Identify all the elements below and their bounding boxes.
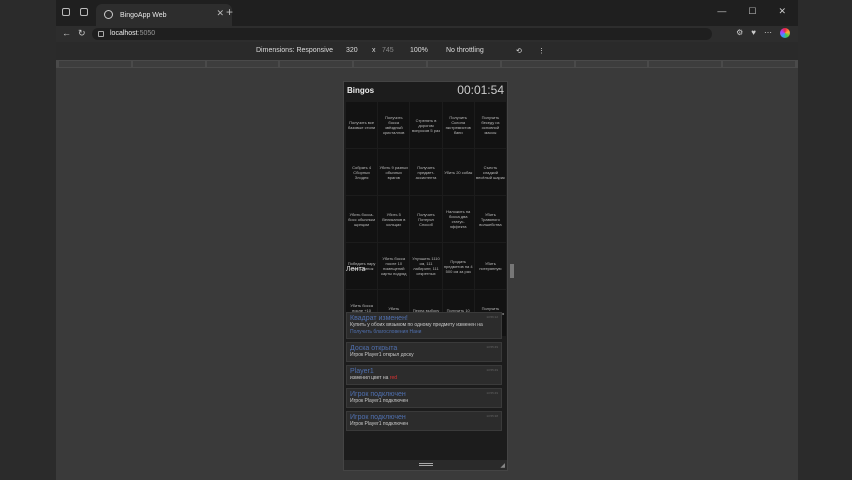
bingo-cell[interactable]: Убить 5 Великанов в кольцах bbox=[378, 196, 410, 242]
feed-time: 13:56:12 bbox=[486, 315, 498, 319]
bingo-cell[interactable]: Убить 20 собак bbox=[442, 149, 474, 195]
feed-item: 13:55:49 Доска открыта Игрок Player1 отк… bbox=[346, 342, 502, 362]
bingo-cell[interactable]: Убить 9 разных обычных врагов bbox=[378, 149, 410, 195]
dimensions-select[interactable]: Dimensions: Responsive bbox=[256, 47, 333, 54]
tab-bar: BingoApp Web ✕ + — ☐ ✕ bbox=[56, 0, 798, 26]
media-query-ruler bbox=[56, 60, 798, 68]
address-bar: ← ↻ localhost:5050 ⚙ ♥ ⋯ bbox=[56, 26, 798, 42]
close-window-icon[interactable]: ✕ bbox=[778, 6, 786, 17]
back-icon[interactable]: ← bbox=[62, 28, 71, 38]
extensions-icon[interactable]: ⚙ bbox=[736, 28, 743, 38]
bingo-cell[interactable]: Получить все базовые стили bbox=[346, 102, 378, 148]
throttle-select[interactable]: No throttling bbox=[446, 47, 484, 54]
bingo-cell[interactable]: Стрелять в дорогом вопросов 5 раз bbox=[410, 102, 442, 148]
device-viewport: Bingos 00:01:54 Получить все базовые сти… bbox=[343, 81, 514, 471]
tab-bingoapp[interactable]: BingoApp Web ✕ bbox=[96, 4, 232, 26]
feed-list: 13:56:12 Квадрат изменен! Купить у обоих… bbox=[346, 312, 506, 462]
url-port: :5050 bbox=[137, 30, 156, 37]
height-input[interactable]: 745 bbox=[382, 47, 394, 54]
viewport-bottom-bar: ◢ bbox=[344, 460, 507, 470]
window-controls: — ☐ ✕ bbox=[717, 6, 786, 17]
feed-time: 13:55:49 bbox=[486, 368, 498, 372]
window-icons bbox=[62, 8, 88, 16]
page-title: Bingos bbox=[347, 86, 375, 95]
globe-icon bbox=[104, 10, 113, 19]
device-toolbar: Dimensions: Responsive 320 x 745 100% No… bbox=[56, 42, 798, 60]
close-icon[interactable]: ✕ bbox=[216, 8, 224, 19]
workspaces-icon[interactable] bbox=[62, 8, 70, 16]
menu-icon[interactable]: ⋯ bbox=[764, 28, 772, 38]
feed-text: Игрок Player1 подключен bbox=[350, 398, 409, 404]
bingo-cell[interactable]: Собрать 4 Сборных Злодея bbox=[346, 149, 378, 195]
bingo-cell[interactable]: Получить предмет-ассистента bbox=[410, 149, 442, 195]
toolbar-icons: ⚙ ♥ ⋯ bbox=[736, 28, 790, 38]
color-value: red bbox=[389, 375, 398, 381]
bingo-cell[interactable]: Получить беседу из основной массы bbox=[474, 102, 506, 148]
new-tab-button[interactable]: + bbox=[226, 5, 233, 19]
feed-heading: Квадрат изменен! bbox=[350, 315, 408, 322]
feed-time: 13:55:49 bbox=[486, 391, 498, 395]
bingo-cell[interactable]: Убить босса после 10 помещений карты под… bbox=[378, 243, 410, 289]
right-margin bbox=[798, 0, 852, 480]
feed-text: Купить у обоих вязьмом по одному предмет… bbox=[350, 322, 483, 335]
app-header: Bingos 00:01:54 bbox=[344, 82, 507, 100]
timer: 00:01:54 bbox=[457, 83, 504, 97]
url-field[interactable]: localhost:5050 bbox=[92, 28, 712, 40]
feed-item: 13:55:49 Player1 изменил цвет на red bbox=[346, 365, 502, 385]
feed-heading: Доска открыта bbox=[350, 345, 398, 352]
bingo-cell[interactable]: Убить Травяного волшебства bbox=[474, 196, 506, 242]
feed-link[interactable]: Получить благословения Нани bbox=[350, 329, 421, 335]
feed-heading: Player1 bbox=[350, 368, 374, 375]
width-input[interactable]: 320 bbox=[346, 47, 358, 54]
bingo-cell[interactable]: Получить босса звёздный кристаллов bbox=[378, 102, 410, 148]
feed-heading: Игрок подключен bbox=[350, 414, 406, 421]
bingo-cell[interactable]: Улучшить 1110 см, 111 лабиринт, 111 секр… bbox=[410, 243, 442, 289]
feed-time: 13:55:38 bbox=[486, 414, 498, 418]
copilot-icon[interactable] bbox=[780, 28, 790, 38]
bingo-cell[interactable]: Получить Склона экстремистов бани bbox=[442, 102, 474, 148]
tab-actions-icon[interactable] bbox=[80, 8, 88, 16]
bingo-cell[interactable]: Убить потерянную bbox=[474, 243, 506, 289]
left-margin bbox=[0, 0, 56, 480]
feed-item: 13:55:49 Игрок подключен Игрок Player1 п… bbox=[346, 388, 502, 408]
bingo-cell[interactable]: Продать предметов на 4 500 см за раз bbox=[442, 243, 474, 289]
bingo-cell[interactable]: Наложить на босса два статус-эффекта bbox=[442, 196, 474, 242]
bingo-cell[interactable]: Получить Потерял Способ bbox=[410, 196, 442, 242]
reload-icon[interactable]: ↻ bbox=[78, 28, 86, 39]
corner-resize-icon[interactable]: ◢ bbox=[500, 462, 505, 469]
maximize-icon[interactable]: ☐ bbox=[748, 6, 756, 17]
rotate-icon[interactable]: ⟲ bbox=[516, 47, 522, 55]
zoom-select[interactable]: 100% bbox=[410, 47, 428, 54]
scrollbar-thumb[interactable] bbox=[510, 264, 514, 278]
feed-text: Игрок Player1 открыл доску bbox=[350, 352, 414, 358]
bingo-grid: Получить все базовые стили Получить босс… bbox=[346, 102, 506, 336]
url-host: localhost bbox=[110, 30, 138, 37]
feed-time: 13:55:49 bbox=[486, 345, 498, 349]
feed-text: изменил цвет на red bbox=[350, 375, 398, 381]
site-info-icon[interactable] bbox=[98, 31, 104, 37]
times-sign: x bbox=[372, 47, 376, 54]
feed-title: Лента bbox=[346, 266, 366, 273]
bingo-cell[interactable]: Съесть сладкий весёлый шарик bbox=[474, 149, 506, 195]
feed-item: 13:56:12 Квадрат изменен! Купить у обоих… bbox=[346, 312, 502, 339]
favorites-icon[interactable]: ♥ bbox=[751, 28, 756, 38]
bingo-cell[interactable]: Убить босса-босс обычным щипцом bbox=[346, 196, 378, 242]
feed-item: 13:55:38 Игрок подключен Игрок Player1 п… bbox=[346, 411, 502, 431]
more-options-icon[interactable]: ⋮ bbox=[538, 47, 545, 55]
feed-heading: Игрок подключен bbox=[350, 391, 406, 398]
feed-text: Игрок Player1 подключен bbox=[350, 421, 409, 427]
resize-handle[interactable] bbox=[419, 463, 433, 466]
minimize-icon[interactable]: — bbox=[717, 6, 726, 17]
tab-title: BingoApp Web bbox=[120, 11, 167, 19]
